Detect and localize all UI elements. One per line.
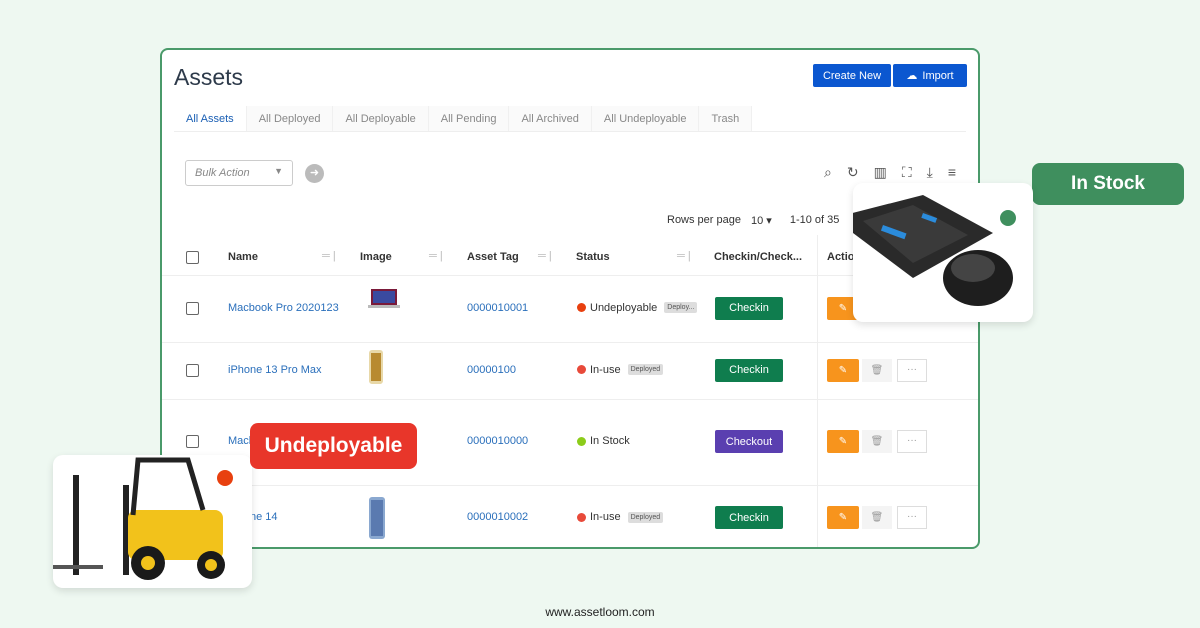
asset-tag-link[interactable]: 0000010001 xyxy=(467,302,528,314)
status-cell: In-use Deployed xyxy=(577,511,664,523)
tab-all-archived[interactable]: All Archived xyxy=(509,106,592,131)
status-cell: In-use Deployed xyxy=(577,364,664,376)
status-dot-icon xyxy=(577,436,586,446)
asset-tag-link[interactable]: 00000100 xyxy=(467,364,516,376)
row-checkbox[interactable] xyxy=(186,301,199,315)
column-resize-handle[interactable]: ═ | xyxy=(677,250,691,262)
asset-name-link[interactable]: iPhone 13 Pro Max xyxy=(228,364,322,376)
page-title: Assets xyxy=(174,64,244,90)
rows-per-page-select[interactable]: 10 ▾ xyxy=(751,214,772,227)
row-checkbox[interactable] xyxy=(186,435,199,448)
tab-all-assets[interactable]: All Assets xyxy=(174,106,247,131)
column-header-asset-tag[interactable]: Asset Tag xyxy=(467,251,519,263)
cloud-upload-icon: ☁ xyxy=(906,70,918,82)
tab-bar: All Assets All Deployed All Deployable A… xyxy=(174,106,966,132)
row-checkbox[interactable] xyxy=(186,363,199,377)
checkin-button[interactable]: Checkin xyxy=(715,358,783,382)
checkout-button[interactable]: Checkout xyxy=(715,430,783,453)
tab-all-deployed[interactable]: All Deployed xyxy=(246,106,334,131)
status-dot-icon xyxy=(577,512,586,522)
asset-thumbnail xyxy=(368,496,386,545)
column-header-name[interactable]: Name xyxy=(228,251,258,263)
undeployable-badge: Undeployable xyxy=(250,423,417,469)
apply-arrow-button[interactable]: ➜ xyxy=(305,164,324,183)
status-cell: Undeployable Deploy... xyxy=(577,302,698,314)
keyboard-mouse-card xyxy=(833,183,1033,322)
tab-all-deployable[interactable]: All Deployable xyxy=(333,106,429,131)
caret-down-icon: ▼ xyxy=(274,166,283,176)
checkin-button[interactable]: Checkin xyxy=(715,506,783,529)
footer-url: www.assetloom.com xyxy=(545,605,655,619)
more-options-icon[interactable]: ··· xyxy=(897,430,927,453)
create-new-button[interactable]: Create New xyxy=(813,64,891,87)
column-header-status[interactable]: Status xyxy=(576,251,610,263)
column-header-image[interactable]: Image xyxy=(360,251,392,263)
bulk-action-select[interactable]: Bulk Action ▼ xyxy=(185,160,293,186)
asset-name-link[interactable]: Macbook Pro 2020123 xyxy=(228,302,339,314)
tab-all-pending[interactable]: All Pending xyxy=(428,106,510,131)
trash-icon[interactable]: 🗑 xyxy=(862,506,892,529)
trash-icon[interactable]: 🗑 xyxy=(862,358,892,382)
status-dot-icon xyxy=(577,303,586,312)
tab-trash[interactable]: Trash xyxy=(699,106,753,131)
asset-tag-link[interactable]: 0000010000 xyxy=(467,435,528,447)
fullscreen-icon[interactable]: ⛶ xyxy=(902,164,912,181)
column-header-checkin[interactable]: Checkin/Check... xyxy=(714,251,802,263)
refresh-icon[interactable]: ↻ xyxy=(847,164,859,181)
edit-icon[interactable]: ✎ xyxy=(827,430,859,453)
column-resize-handle[interactable]: ═ | xyxy=(538,250,552,262)
pagination: Rows per page 10 ▾ 1-10 of 35 xyxy=(667,214,840,227)
column-header-actions[interactable]: Actio xyxy=(827,251,855,263)
checkin-button[interactable]: Checkin xyxy=(715,296,783,320)
edit-icon[interactable]: ✎ xyxy=(827,506,859,529)
status-badge: Deployed xyxy=(627,364,664,375)
column-resize-handle[interactable]: ═ | xyxy=(322,250,336,262)
filter-icon[interactable]: ≡ xyxy=(948,164,956,181)
keyboard-mouse-image xyxy=(833,195,1016,306)
forklift-image xyxy=(23,457,233,580)
status-badge: Deployed xyxy=(627,511,664,523)
tab-all-undeployable[interactable]: All Undeployable xyxy=(591,106,700,131)
edit-icon[interactable]: ✎ xyxy=(827,358,859,382)
search-icon[interactable]: ⌕ xyxy=(824,164,832,181)
asset-thumbnail xyxy=(368,287,400,314)
trash-icon[interactable]: 🗑 xyxy=(862,430,892,453)
asset-tag-link[interactable]: 0000010002 xyxy=(467,511,528,523)
select-all-checkbox[interactable] xyxy=(186,251,199,264)
status-dot-icon xyxy=(577,365,586,374)
status-badge: Deploy... xyxy=(664,302,698,313)
forklift-card xyxy=(23,455,252,588)
status-cell: In Stock xyxy=(577,435,630,447)
more-options-icon[interactable]: ··· xyxy=(897,358,927,382)
import-button[interactable]: ☁ Import xyxy=(893,64,967,87)
download-icon[interactable]: ⤓ xyxy=(927,164,933,181)
in-stock-badge: In Stock xyxy=(1032,163,1184,205)
asset-thumbnail xyxy=(368,349,384,390)
more-options-icon[interactable]: ··· xyxy=(897,506,927,529)
column-resize-handle[interactable]: ═ | xyxy=(429,250,443,262)
columns-icon[interactable]: ▥ xyxy=(874,164,887,181)
